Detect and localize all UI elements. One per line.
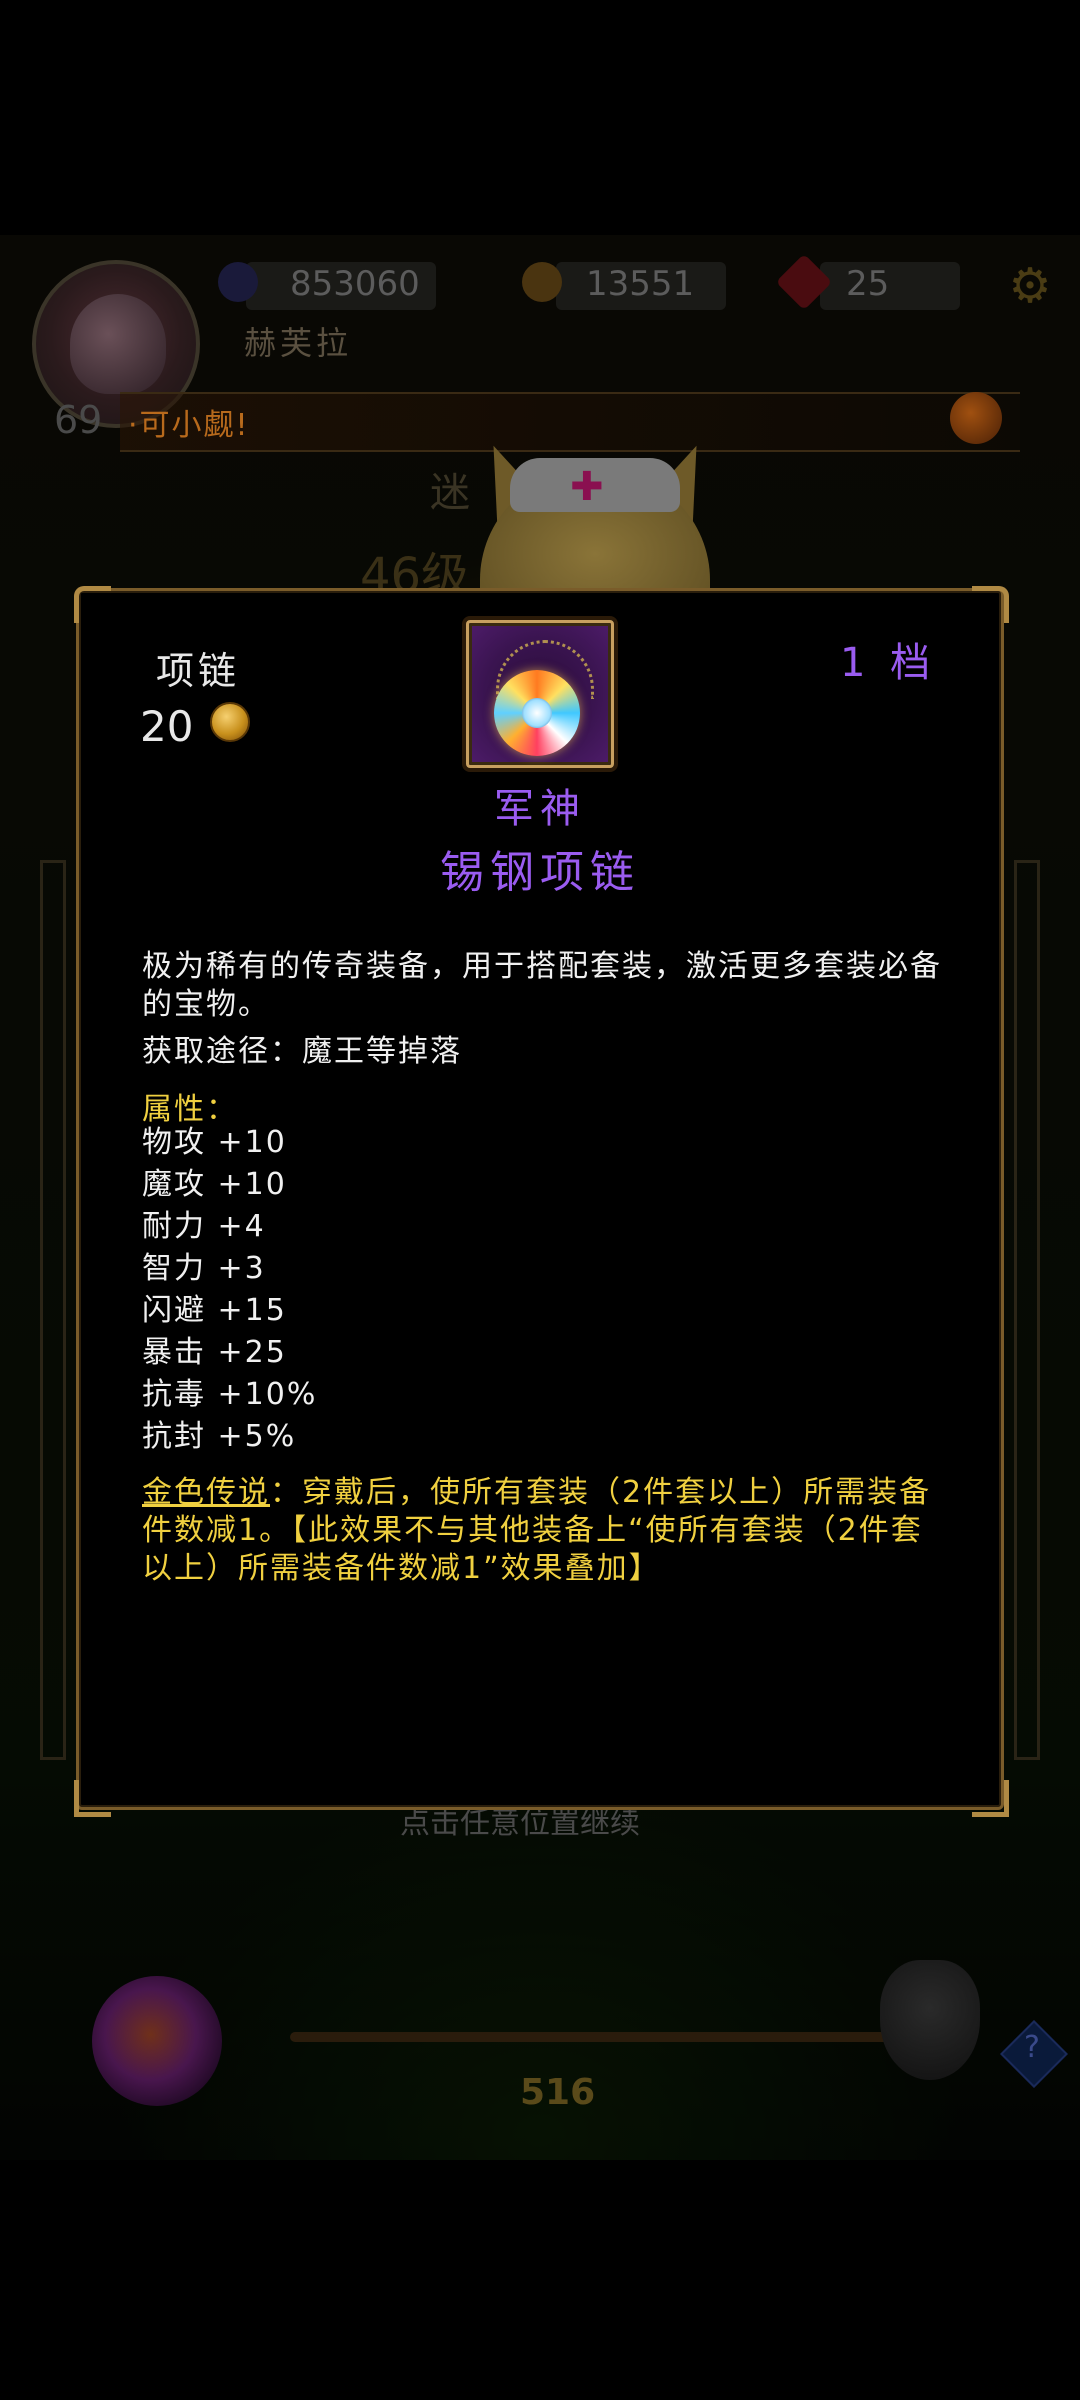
gem-counter bbox=[820, 262, 960, 310]
stat-dodge: 闪避 +15 bbox=[142, 1293, 287, 1328]
legendary-effect: 金色传说：穿戴后，使所有套装（2件套以上）所需装备件数减1。【此效果不与其他装备… bbox=[142, 1474, 948, 1588]
stat-crit: 暴击 +25 bbox=[142, 1335, 287, 1370]
legendary-title: 金色传说 bbox=[142, 1475, 270, 1510]
frame-corner bbox=[972, 586, 1009, 623]
attributes-title: 属性： bbox=[142, 1092, 238, 1127]
announcement-text: ·可小觑! bbox=[128, 408, 250, 443]
stat-poison-res: 抗毒 +10% bbox=[142, 1377, 318, 1412]
gold-value: 13551 bbox=[586, 264, 695, 304]
cross-icon: ✚ bbox=[570, 464, 604, 510]
energy-value: 516 bbox=[520, 2072, 596, 2113]
player-level: 69 bbox=[54, 398, 103, 442]
stat-seal-res: 抗封 +5% bbox=[142, 1419, 297, 1454]
gold-coin-icon bbox=[522, 262, 562, 302]
left-side-panel bbox=[40, 860, 66, 1760]
mask-icon[interactable] bbox=[880, 1960, 980, 2080]
item-price: 20 bbox=[140, 702, 194, 751]
avatar-portrait bbox=[70, 294, 166, 394]
gear-icon[interactable]: ⚙ bbox=[1004, 260, 1056, 312]
frame-corner bbox=[972, 1780, 1009, 1817]
stat-stamina: 耐力 +4 bbox=[142, 1209, 266, 1244]
stage-glyph: 迷 bbox=[430, 470, 470, 516]
frame-corner bbox=[74, 586, 111, 623]
diamond-value: 853060 bbox=[290, 264, 420, 304]
item-set-name: 军神 bbox=[494, 786, 586, 832]
progress-bar bbox=[290, 2032, 890, 2042]
stat-magic-atk: 魔攻 +10 bbox=[142, 1167, 287, 1202]
diamond-icon bbox=[218, 262, 258, 302]
help-glyph: ? bbox=[1024, 2030, 1040, 2065]
horn-icon[interactable] bbox=[950, 392, 1002, 444]
announcement-bar bbox=[120, 392, 1020, 452]
skill-orb-icon[interactable] bbox=[92, 1976, 222, 2106]
frame-corner bbox=[74, 1780, 111, 1817]
item-tier: 1 档 bbox=[840, 640, 937, 686]
attribute-list: 物攻 +10 魔攻 +10 耐力 +4 智力 +3 闪避 +15 暴击 +25 … bbox=[142, 1124, 317, 1460]
necklace-gem-core bbox=[522, 698, 552, 728]
item-name: 锡钢项链 bbox=[440, 847, 640, 898]
item-description: 极为稀有的传奇装备，用于搭配套装，激活更多套装必备的宝物。 bbox=[142, 949, 942, 1022]
stat-phys-atk: 物攻 +10 bbox=[142, 1125, 287, 1160]
gold-coin-icon bbox=[210, 702, 250, 742]
item-slot-label: 项链 bbox=[156, 649, 241, 693]
stat-intellect: 智力 +3 bbox=[142, 1251, 266, 1286]
right-side-panel bbox=[1014, 860, 1040, 1760]
item-source: 获取途径：魔王等掉落 bbox=[142, 1034, 462, 1069]
gem-value: 25 bbox=[846, 264, 890, 304]
player-name: 赫芙拉 bbox=[244, 324, 353, 362]
